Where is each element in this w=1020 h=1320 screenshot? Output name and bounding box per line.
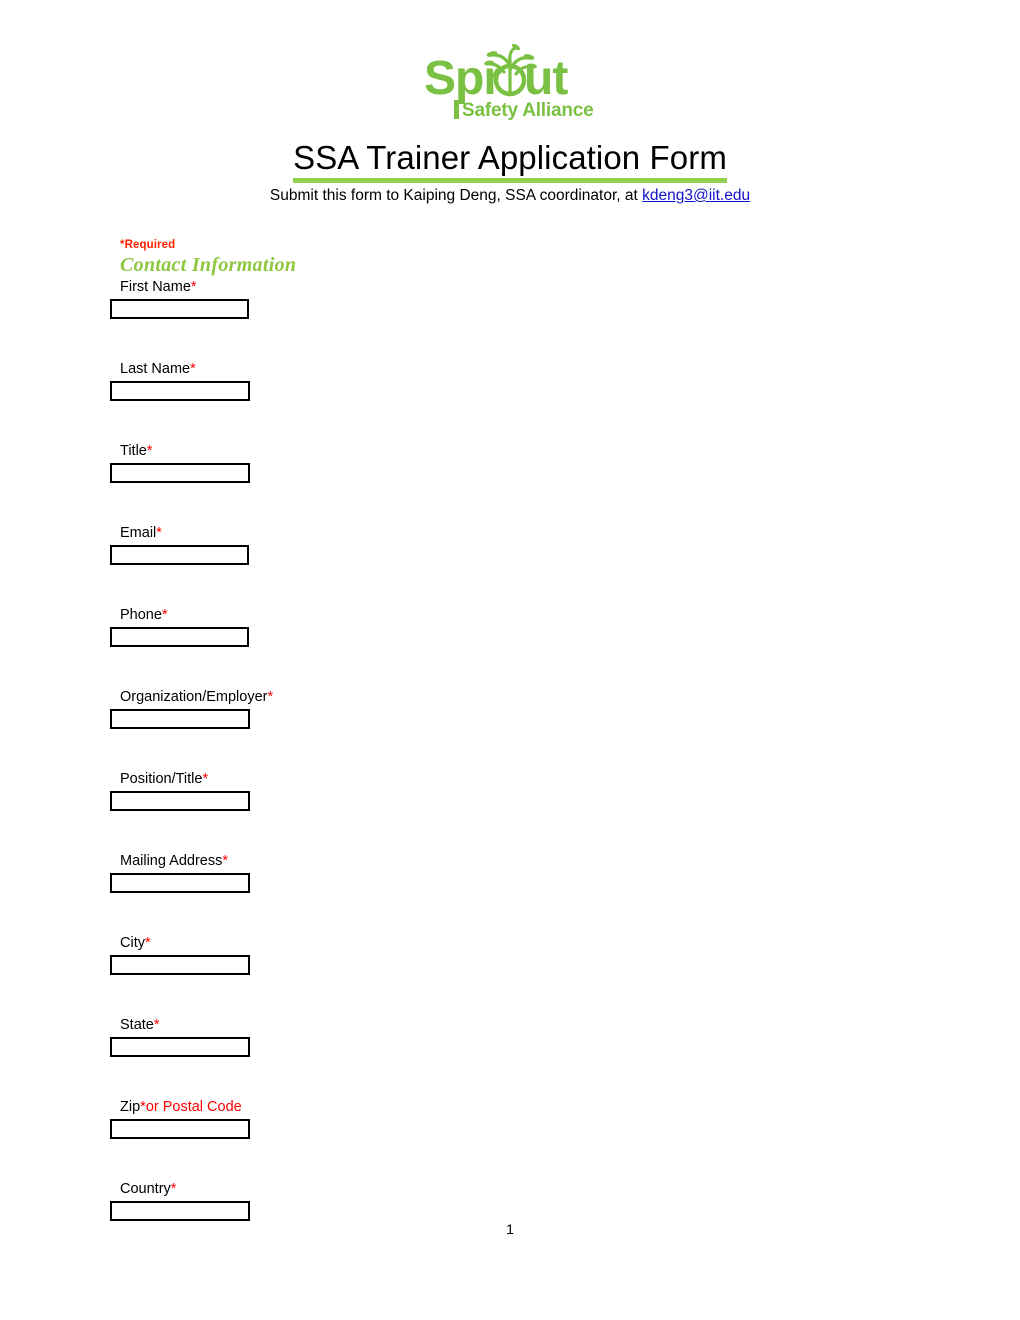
input-mailing-address[interactable] <box>110 873 250 893</box>
document-page: Spr ut Safety Alliance SSA Trainer Appli… <box>0 0 1020 1320</box>
required-asterisk: * <box>190 279 197 295</box>
required-asterisk: * <box>202 771 209 787</box>
field-gap <box>110 975 810 1016</box>
label-text: Mailing Address <box>120 853 223 869</box>
input-position-title[interactable] <box>110 791 250 811</box>
label-text: Phone <box>120 607 162 623</box>
label-text: Zip <box>120 1099 141 1115</box>
field-email: Email* <box>110 524 810 565</box>
required-asterisk: * <box>222 853 229 869</box>
field-label-mailing-address: Mailing Address* <box>120 852 810 871</box>
field-gap <box>110 647 810 688</box>
input-last-name[interactable] <box>110 381 250 401</box>
field-label-title: Title* <box>120 442 810 461</box>
input-email[interactable] <box>110 545 249 565</box>
required-asterisk: * <box>161 607 168 623</box>
label-text: Organization/Employer <box>120 689 268 705</box>
field-organization-employer: Organization/Employer* <box>110 688 810 729</box>
field-label-position-title: Position/Title* <box>120 770 810 789</box>
page-title: SSA Trainer Application Form <box>0 139 1020 183</box>
field-label-zip-postal-code: Zip*or Postal Code <box>120 1098 810 1117</box>
input-phone[interactable] <box>110 627 249 647</box>
field-label-first-name: First Name* <box>120 278 810 297</box>
page-title-text: SSA Trainer Application Form <box>293 139 727 183</box>
required-legend: *Required <box>120 239 176 251</box>
label-text: Last Name <box>120 361 191 377</box>
field-zip-postal-code: Zip*or Postal Code <box>110 1098 810 1139</box>
label-text: Position/Title <box>120 771 203 787</box>
field-mailing-address: Mailing Address* <box>110 852 810 893</box>
field-phone: Phone* <box>110 606 810 647</box>
svg-text:ut: ut <box>524 52 568 105</box>
svg-text:Safety Alliance: Safety Alliance <box>462 100 593 121</box>
field-state: State* <box>110 1016 810 1057</box>
field-gap <box>110 483 810 524</box>
required-asterisk: * <box>146 443 153 459</box>
field-label-last-name: Last Name* <box>120 360 810 379</box>
field-gap <box>110 893 810 934</box>
field-label-state: State* <box>120 1016 810 1035</box>
ssa-logo: Spr ut Safety Alliance <box>0 44 1020 124</box>
contact-information-form: *Required Contact Information First Name… <box>110 238 810 1221</box>
field-gap <box>110 1139 810 1180</box>
field-label-organization-employer: Organization/Employer* <box>120 688 810 707</box>
sprout-safety-alliance-logo-svg: Spr ut Safety Alliance <box>424 44 594 121</box>
required-asterisk: * <box>190 361 196 377</box>
field-gap <box>110 401 810 442</box>
field-country: Country* <box>110 1180 810 1221</box>
required-asterisk: * <box>144 935 151 951</box>
field-label-country: Country* <box>120 1180 810 1199</box>
input-zip-postal-code[interactable] <box>110 1119 250 1139</box>
label-text: Email <box>120 525 157 541</box>
label-text: Country <box>120 1181 171 1197</box>
field-last-name: Last Name* <box>110 360 810 401</box>
input-organization-employer[interactable] <box>110 709 250 729</box>
label-text: First Name <box>120 279 191 295</box>
field-gap <box>110 1057 810 1098</box>
field-position-title: Position/Title* <box>110 770 810 811</box>
label-text: State <box>120 1017 154 1033</box>
field-label-city: City* <box>120 934 810 953</box>
required-asterisk: * <box>267 689 274 705</box>
input-first-name[interactable] <box>110 299 249 319</box>
field-gap <box>110 811 810 852</box>
field-gap <box>110 565 810 606</box>
required-asterisk: * <box>170 1181 177 1197</box>
field-gap <box>110 319 810 360</box>
label-suffix-postal-code: or Postal Code <box>145 1099 242 1115</box>
tagline-bar <box>454 100 459 119</box>
submission-instruction: Submit this form to Kaiping Deng, SSA co… <box>0 186 1020 206</box>
input-city[interactable] <box>110 955 250 975</box>
required-asterisk: * <box>153 1017 160 1033</box>
input-country[interactable] <box>110 1201 250 1221</box>
svg-text:Spr: Spr <box>424 52 501 105</box>
required-asterisk: * <box>156 525 162 541</box>
field-title: Title* <box>110 442 810 483</box>
field-label-phone: Phone* <box>120 606 810 625</box>
coordinator-email-link[interactable]: kdeng3@iit.edu <box>642 187 750 204</box>
field-label-email: Email* <box>120 524 810 543</box>
input-title[interactable] <box>110 463 250 483</box>
page-number: 1 <box>506 1221 514 1237</box>
input-state[interactable] <box>110 1037 250 1057</box>
field-gap <box>110 729 810 770</box>
field-city: City* <box>110 934 810 975</box>
field-first-name: First Name* <box>110 278 810 319</box>
submission-instruction-text: Submit this form to Kaiping Deng, SSA co… <box>269 187 643 204</box>
label-text: Title <box>120 443 147 459</box>
section-heading-contact-information: Contact Information <box>120 254 297 276</box>
label-text: City <box>120 935 145 951</box>
